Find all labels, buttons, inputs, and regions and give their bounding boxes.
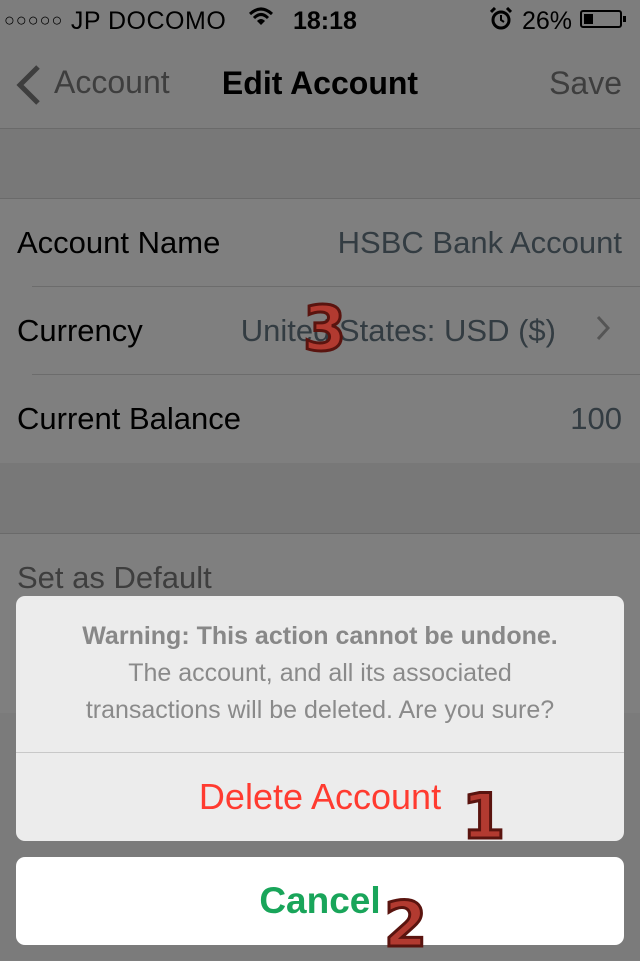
section-spacer [0, 129, 640, 198]
current-balance-label: Current Balance [17, 401, 242, 436]
chevron-right-icon [596, 315, 611, 349]
account-name-row[interactable]: Account Name HSBC Bank Account [0, 199, 640, 287]
current-balance-field[interactable]: 100 [570, 401, 622, 437]
cancel-button[interactable]: Cancel [16, 857, 624, 945]
set-as-default-label[interactable]: Set as Default [17, 560, 212, 596]
status-bar: ○○○○○ JP DOCOMO 18:18 26% [0, 0, 640, 40]
status-time: 18:18 [293, 7, 357, 35]
warning-line: transactions will be deleted. Are you su… [85, 696, 555, 724]
current-balance-row[interactable]: Current Balance 100 [0, 375, 640, 463]
page-title: Edit Account [221, 65, 419, 101]
navigation-bar: Account Edit Account Save [0, 40, 640, 129]
section-spacer [0, 463, 640, 533]
account-name-field[interactable]: HSBC Bank Account [338, 225, 622, 261]
carrier-name: JP DOCOMO [70, 7, 227, 35]
alarm-clock-icon [489, 6, 513, 38]
battery-icon [580, 10, 626, 28]
currency-value: United States: USD ($) [240, 313, 556, 348]
annotation-marker-2: 2 [382, 887, 428, 961]
warning-title: Warning: This action cannot be undone. [82, 622, 558, 650]
currency-label: Currency [17, 313, 143, 348]
annotation-marker-3: 3 [301, 291, 347, 367]
warning-message: Warning: This action cannot be undone. T… [16, 596, 624, 753]
carrier-info: ○○○○○ JP DOCOMO [4, 7, 226, 36]
save-button[interactable]: Save [549, 65, 622, 102]
battery-percent: 26% [522, 7, 573, 35]
action-sheet: Warning: This action cannot be undone. T… [16, 596, 624, 841]
warning-line: The account, and all its associated [128, 659, 512, 687]
annotation-marker-1: 1 [460, 779, 506, 855]
wifi-icon [248, 6, 274, 35]
signal-strength-icon: ○○○○○ [4, 10, 64, 30]
delete-account-button[interactable]: Delete Account [16, 753, 624, 841]
account-name-label: Account Name [17, 225, 221, 260]
